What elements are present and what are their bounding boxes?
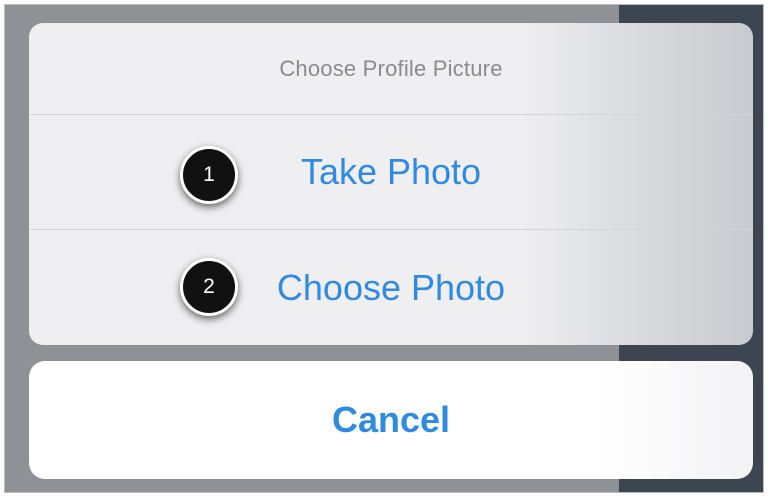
choose-photo-button[interactable]: Choose Photo [29, 230, 753, 345]
action-sheet-title: Choose Profile Picture [29, 23, 753, 115]
screenshot-frame: Choose Profile Picture Take Photo Choose… [4, 4, 764, 493]
action-sheet: Choose Profile Picture Take Photo Choose… [29, 23, 753, 345]
callout-badge-2: 2 [180, 258, 238, 316]
take-photo-button[interactable]: Take Photo [29, 115, 753, 230]
cancel-button[interactable]: Cancel [29, 361, 753, 479]
callout-badge-1: 1 [180, 146, 238, 204]
